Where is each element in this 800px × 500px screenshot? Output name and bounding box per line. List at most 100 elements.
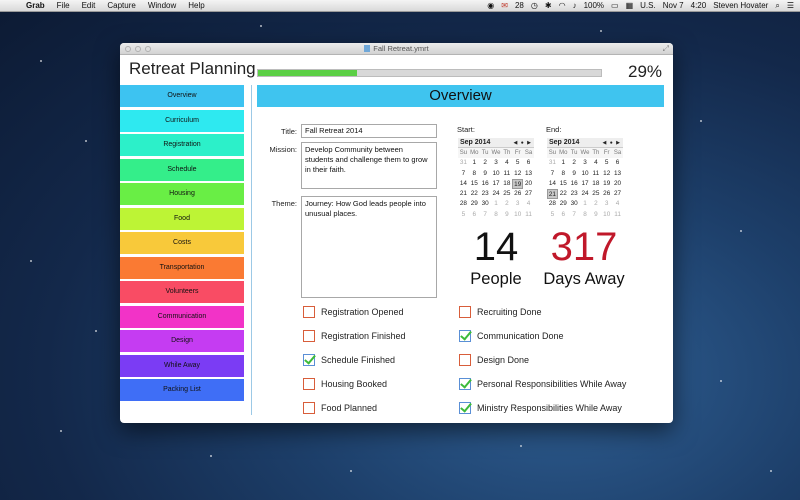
- calendar-day[interactable]: 2: [501, 199, 512, 209]
- checklist-item-food-planned[interactable]: Food Planned: [303, 402, 377, 414]
- calendar-day[interactable]: 5: [512, 158, 523, 168]
- clock-date[interactable]: Nov 7: [663, 0, 684, 12]
- mail-icon[interactable]: ✉: [501, 0, 508, 12]
- calendar-day[interactable]: 21: [458, 189, 469, 199]
- calendar-day[interactable]: 5: [601, 158, 612, 168]
- calendar-day[interactable]: 30: [480, 199, 491, 209]
- battery-icon[interactable]: ▭: [611, 0, 619, 12]
- checklist-item-registration-opened[interactable]: Registration Opened: [303, 306, 404, 318]
- calendar-day[interactable]: 2: [480, 158, 491, 168]
- calendar-day[interactable]: 7: [480, 210, 491, 220]
- sidebar-item-packing-list[interactable]: Packing List: [120, 379, 244, 401]
- calendar-day[interactable]: 23: [480, 189, 491, 199]
- sidebar-item-housing[interactable]: Housing: [120, 183, 244, 205]
- calendar-day[interactable]: 4: [501, 158, 512, 168]
- creative-cloud-icon[interactable]: ◉: [487, 0, 494, 12]
- checklist-item-design-done[interactable]: Design Done: [459, 354, 529, 366]
- input-source[interactable]: U.S.: [640, 0, 656, 12]
- calendar-day[interactable]: 6: [558, 210, 569, 220]
- calendar-day[interactable]: 15: [558, 179, 569, 189]
- checklist-item-recruiting-done[interactable]: Recruiting Done: [459, 306, 542, 318]
- calendar-day[interactable]: 5: [458, 210, 469, 220]
- calendar-day[interactable]: 25: [590, 189, 601, 199]
- calendar-day[interactable]: 14: [458, 179, 469, 189]
- checkbox[interactable]: [303, 378, 315, 390]
- volume-icon[interactable]: ♪: [573, 0, 577, 12]
- calendar-day[interactable]: 19: [512, 178, 524, 190]
- calendar-day[interactable]: 19: [601, 179, 612, 189]
- calendar-day[interactable]: 10: [491, 169, 502, 179]
- checkbox[interactable]: [459, 378, 471, 390]
- theme-field[interactable]: Journey: How God leads people into unusu…: [301, 196, 437, 298]
- calendar-day[interactable]: 10: [580, 169, 591, 179]
- minimize-window-button[interactable]: [135, 46, 141, 52]
- checkbox[interactable]: [303, 330, 315, 342]
- calendar-day[interactable]: 17: [491, 179, 502, 189]
- sidebar-item-transportation[interactable]: Transportation: [120, 256, 244, 279]
- sidebar-item-schedule[interactable]: Schedule: [120, 158, 244, 181]
- calendar-day[interactable]: 26: [512, 189, 523, 199]
- calendar-day[interactable]: 17: [580, 179, 591, 189]
- calendar-day[interactable]: 3: [512, 199, 523, 209]
- fullscreen-icon[interactable]: ⤢: [663, 43, 669, 55]
- calendar-nav-arrows[interactable]: ◀ ● ▶: [514, 140, 533, 146]
- sidebar-item-volunteers[interactable]: Volunteers: [120, 281, 244, 303]
- calendar-day[interactable]: 9: [569, 169, 580, 179]
- start-date-calendar[interactable]: Sep 2014 ◀ ● ▶ Su Mo Tu We Th Fr Sa 31 1 2 3 4 5 6 7 8 9 10…: [458, 138, 534, 220]
- calendar-day[interactable]: 9: [590, 210, 601, 220]
- zoom-window-button[interactable]: [145, 46, 151, 52]
- calendar-day[interactable]: 31: [458, 158, 469, 168]
- calendar-day[interactable]: 16: [569, 179, 580, 189]
- calendar-day[interactable]: 26: [601, 189, 612, 199]
- calendar-day[interactable]: 11: [523, 210, 534, 220]
- sidebar-item-while-away[interactable]: While Away: [120, 354, 244, 377]
- calendar-day[interactable]: 12: [512, 169, 523, 179]
- calendar-day[interactable]: 29: [558, 199, 569, 209]
- calendar-day[interactable]: 23: [569, 189, 580, 199]
- calendar-day[interactable]: 3: [580, 158, 591, 168]
- menu-app-name[interactable]: Grab: [20, 0, 51, 12]
- end-date-calendar[interactable]: Sep 2014 ◀ ● ▶ Su Mo Tu We Th Fr Sa 31 1 2 3 4 5 6 7 8 9 10…: [547, 138, 623, 220]
- calendar-day[interactable]: 7: [569, 210, 580, 220]
- sidebar-item-costs[interactable]: Costs: [120, 232, 244, 254]
- calendar-day[interactable]: 18: [590, 179, 601, 189]
- sidebar-item-curriculum[interactable]: Curriculum: [120, 109, 244, 132]
- calendar-day[interactable]: 29: [469, 199, 480, 209]
- calendar-day[interactable]: 1: [469, 158, 480, 168]
- calendar-day[interactable]: 20: [612, 179, 623, 189]
- checklist-item-communication-done[interactable]: Communication Done: [459, 330, 564, 342]
- calendar-day[interactable]: 10: [512, 210, 523, 220]
- time-machine-icon[interactable]: ◷: [531, 0, 538, 12]
- checkbox[interactable]: [303, 306, 315, 318]
- calendar-day[interactable]: 8: [558, 169, 569, 179]
- calendar-day[interactable]: 22: [558, 189, 569, 199]
- calendar-day[interactable]: 6: [469, 210, 480, 220]
- calendar-day[interactable]: 25: [501, 189, 512, 199]
- close-window-button[interactable]: [125, 46, 131, 52]
- calendar-day[interactable]: 21: [547, 189, 558, 200]
- calendar-nav-arrows[interactable]: ◀ ● ▶: [603, 140, 622, 146]
- calendar-day[interactable]: 1: [580, 199, 591, 209]
- checkbox[interactable]: [459, 354, 471, 366]
- checkbox[interactable]: [459, 402, 471, 414]
- calendar-day[interactable]: 24: [491, 189, 502, 199]
- calendar-day[interactable]: 5: [547, 210, 558, 220]
- checklist-item-personal-responsibilities-while-away[interactable]: Personal Responsibilities While Away: [459, 378, 626, 390]
- calendar-day[interactable]: 13: [612, 169, 623, 179]
- calendar-day[interactable]: 3: [491, 158, 502, 168]
- calendar-day[interactable]: 27: [523, 189, 534, 199]
- bluetooth-icon[interactable]: ✱: [545, 0, 552, 12]
- menu-capture[interactable]: Capture: [101, 0, 141, 12]
- calendar-day[interactable]: 22: [469, 189, 480, 199]
- calendar-day[interactable]: 4: [612, 199, 623, 209]
- calendar-day[interactable]: 9: [501, 210, 512, 220]
- calendar-day[interactable]: 15: [469, 179, 480, 189]
- calendar-day[interactable]: 7: [458, 169, 469, 179]
- calendar-day[interactable]: 2: [590, 199, 601, 209]
- checkbox[interactable]: [459, 330, 471, 342]
- checkbox[interactable]: [303, 354, 315, 366]
- calendar-day[interactable]: 13: [523, 169, 534, 179]
- calendar-day[interactable]: 28: [458, 199, 469, 209]
- checklist-item-housing-booked[interactable]: Housing Booked: [303, 378, 387, 390]
- sidebar-item-communication[interactable]: Communication: [120, 305, 244, 328]
